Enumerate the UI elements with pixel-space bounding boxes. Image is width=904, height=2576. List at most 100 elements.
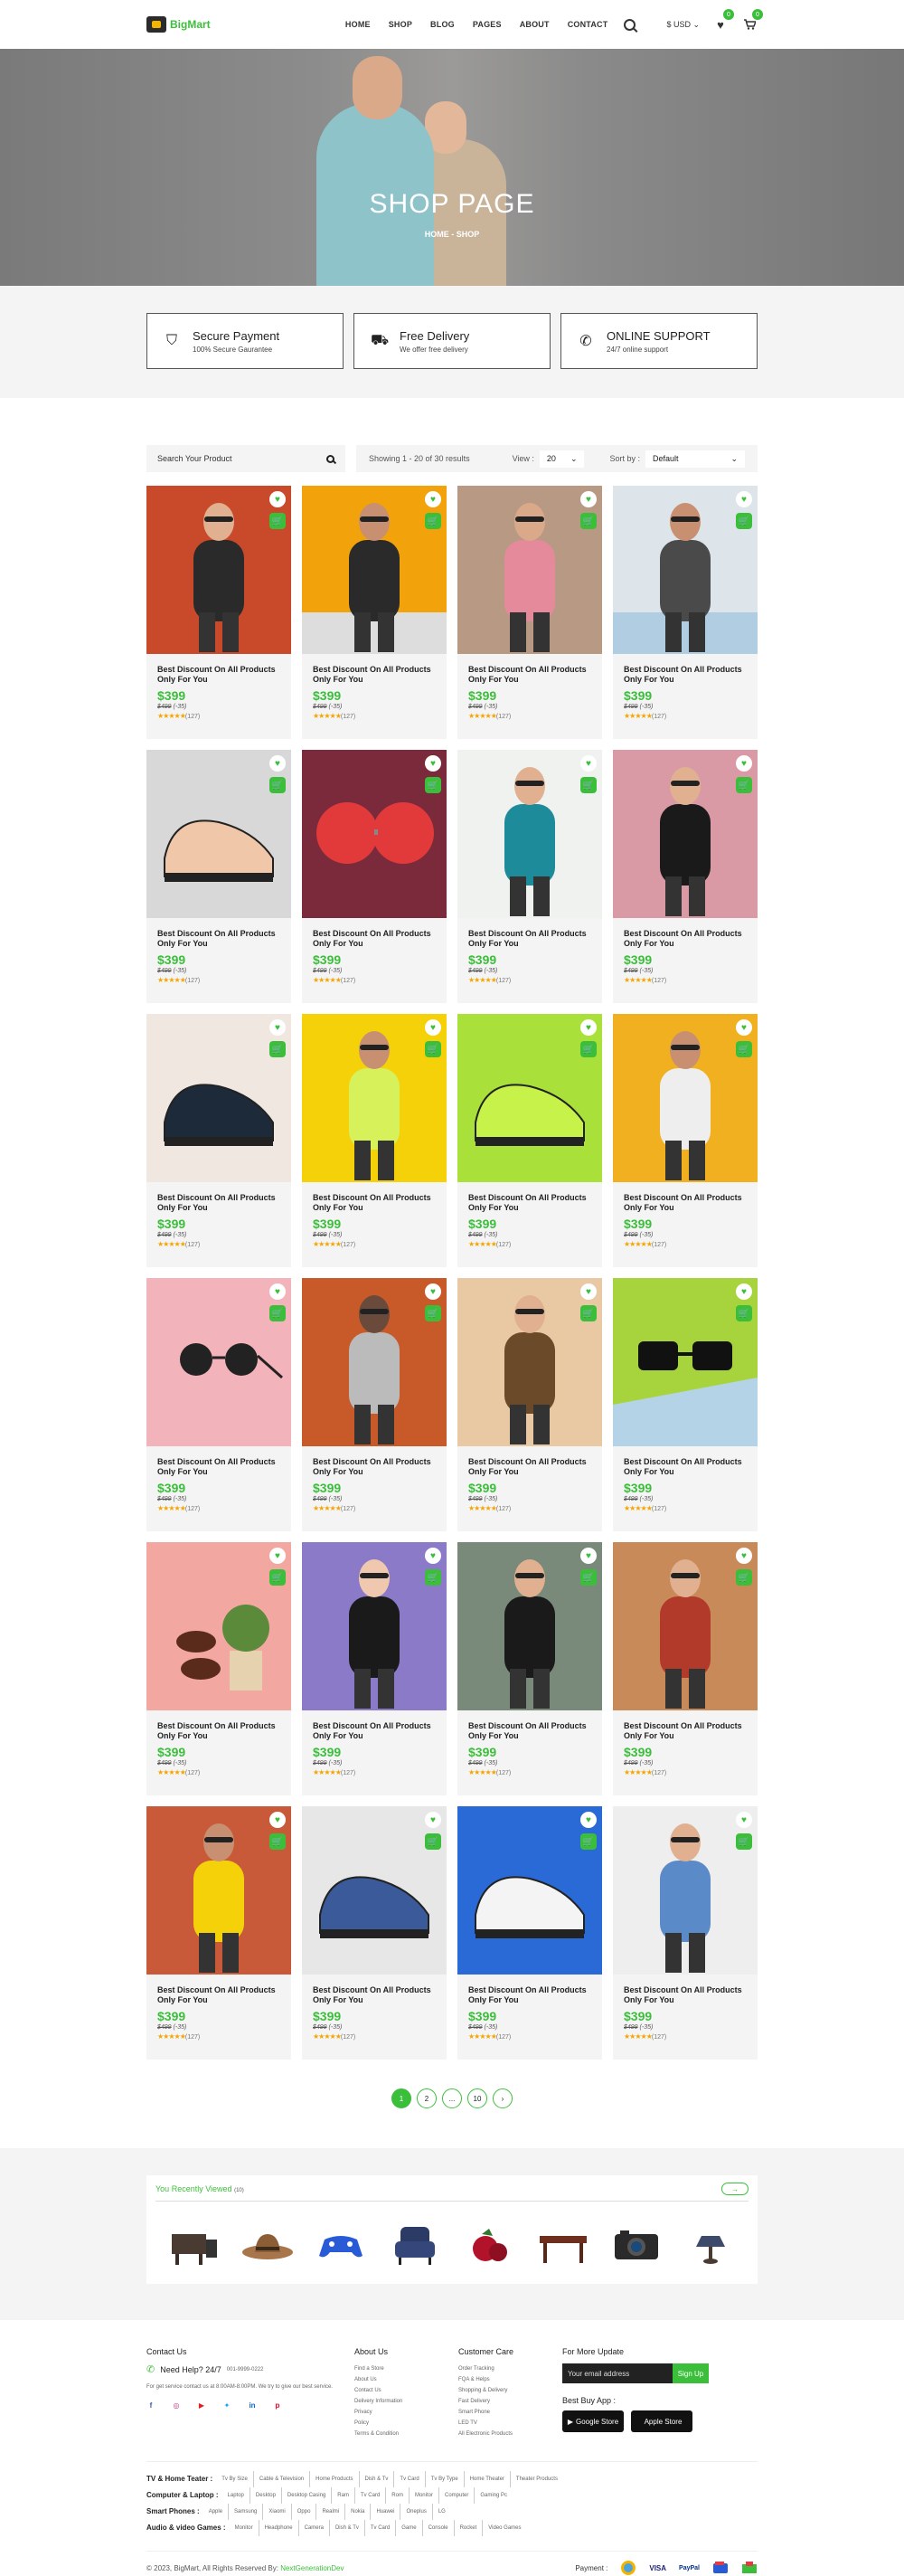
cart-icon[interactable]: 🛒 xyxy=(736,1569,752,1586)
care-link[interactable]: Order Tracking xyxy=(458,2363,562,2374)
product-name[interactable]: Best Discount On All Products Only For Y… xyxy=(157,1457,280,1477)
product-image[interactable]: ♥ 🛒 xyxy=(457,1542,602,1710)
category-link[interactable]: Game xyxy=(396,2520,423,2536)
heart-icon[interactable]: ♥ xyxy=(425,491,441,507)
category-link[interactable]: Home Products xyxy=(310,2471,360,2487)
product-image[interactable]: ♥ 🛒 xyxy=(457,750,602,918)
product-image[interactable]: ♥ 🛒 xyxy=(457,1278,602,1446)
help-phone[interactable]: 001-9999-0222 xyxy=(227,2367,264,2372)
product-name[interactable]: Best Discount On All Products Only For Y… xyxy=(313,1721,436,1741)
care-link[interactable]: All Electronic Products xyxy=(458,2429,562,2439)
product-image[interactable]: ♥ 🛒 xyxy=(146,1278,291,1446)
product-name[interactable]: Best Discount On All Products Only For Y… xyxy=(624,1985,747,2005)
care-link[interactable]: Smart Phone xyxy=(458,2407,562,2418)
category-link[interactable]: Apple xyxy=(203,2504,230,2520)
category-link[interactable]: Cable & Television xyxy=(254,2471,311,2487)
about-link[interactable]: Policy xyxy=(354,2418,458,2429)
product-card[interactable]: ♥ 🛒 Best Discount On All Products Only For… xyxy=(146,1542,291,1795)
about-link[interactable]: Contact Us xyxy=(354,2385,458,2396)
category-link[interactable]: Rom xyxy=(386,2487,410,2504)
arrow-right-icon[interactable]: → xyxy=(721,2183,749,2195)
product-name[interactable]: Best Discount On All Products Only For Y… xyxy=(313,1193,436,1213)
recent-item-armchair[interactable] xyxy=(388,2221,442,2267)
cart-button[interactable]: 0 xyxy=(741,9,763,33)
product-card[interactable]: ♥ 🛒 Best Discount On All Products Only For… xyxy=(457,486,602,739)
heart-icon[interactable]: ♥ xyxy=(269,755,286,772)
product-card[interactable]: ♥ 🛒 Best Discount On All Products Only For… xyxy=(146,1014,291,1267)
category-link[interactable]: Nokia xyxy=(345,2504,372,2520)
cart-icon[interactable]: 🛒 xyxy=(425,1569,441,1586)
heart-icon[interactable]: ♥ xyxy=(736,1283,752,1300)
product-name[interactable]: Best Discount On All Products Only For Y… xyxy=(157,929,280,949)
product-card[interactable]: ♥ 🛒 Best Discount On All Products Only For… xyxy=(146,486,291,739)
search-icon[interactable] xyxy=(326,454,334,463)
product-name[interactable]: Best Discount On All Products Only For Y… xyxy=(313,665,436,685)
product-image[interactable]: ♥ 🛒 xyxy=(146,1806,291,1975)
about-link[interactable]: About Us xyxy=(354,2374,458,2385)
care-link[interactable]: LED TV xyxy=(458,2418,562,2429)
cart-icon[interactable]: 🛒 xyxy=(269,777,286,793)
product-card[interactable]: ♥ 🛒 Best Discount On All Products Only For… xyxy=(302,486,447,739)
product-image[interactable]: ♥ 🛒 xyxy=(613,750,758,918)
product-image[interactable]: ♥ 🛒 xyxy=(146,750,291,918)
product-name[interactable]: Best Discount On All Products Only For Y… xyxy=(624,665,747,685)
heart-icon[interactable]: ♥ xyxy=(580,1812,597,1828)
heart-icon[interactable]: ♥ xyxy=(580,1283,597,1300)
product-card[interactable]: ♥ 🛒 Best Discount On All Products Only For… xyxy=(146,750,291,1003)
category-link[interactable]: Huawei xyxy=(371,2504,401,2520)
heart-icon[interactable]: ♥ xyxy=(736,1019,752,1036)
product-name[interactable]: Best Discount On All Products Only For Y… xyxy=(157,1721,280,1741)
product-image[interactable]: ♥ 🛒 xyxy=(613,1014,758,1182)
recent-item-lamp[interactable] xyxy=(683,2221,738,2267)
next-page-button[interactable]: › xyxy=(493,2088,513,2108)
heart-icon[interactable]: ♥ xyxy=(736,491,752,507)
product-image[interactable]: ♥ 🛒 xyxy=(302,1806,447,1975)
category-link[interactable]: Camera xyxy=(299,2520,330,2536)
category-link[interactable]: Tv Card xyxy=(394,2471,426,2487)
product-card[interactable]: ♥ 🛒 Best Discount On All Products Only For… xyxy=(302,1542,447,1795)
product-card[interactable]: ♥ 🛒 Best Discount On All Products Only For… xyxy=(613,1542,758,1795)
logo[interactable]: BigMart xyxy=(146,16,211,33)
category-link[interactable]: Dish & Tv xyxy=(360,2471,395,2487)
product-image[interactable]: ♥ 🛒 xyxy=(302,1014,447,1182)
category-link[interactable]: Monitor xyxy=(410,2487,439,2504)
signup-button[interactable]: Sign Up xyxy=(673,2363,709,2383)
product-card[interactable]: ♥ 🛒 Best Discount On All Products Only For… xyxy=(302,1278,447,1531)
category-link[interactable]: Tv By Size xyxy=(216,2471,254,2487)
cart-icon[interactable]: 🛒 xyxy=(580,1833,597,1850)
cart-icon[interactable]: 🛒 xyxy=(269,513,286,529)
about-link[interactable]: Find a Store xyxy=(354,2363,458,2374)
heart-icon[interactable]: ♥ xyxy=(580,491,597,507)
product-image[interactable]: ♥ 🛒 xyxy=(146,486,291,654)
search-icon[interactable] xyxy=(624,18,636,31)
sort-select[interactable]: Default ⌄ xyxy=(645,450,745,468)
care-link[interactable]: FQA & Helps xyxy=(458,2374,562,2385)
cart-icon[interactable]: 🛒 xyxy=(580,1569,597,1586)
product-image[interactable]: ♥ 🛒 xyxy=(302,486,447,654)
cart-icon[interactable]: 🛒 xyxy=(269,1041,286,1057)
category-link[interactable]: Desktop Casing xyxy=(282,2487,333,2504)
product-name[interactable]: Best Discount On All Products Only For Y… xyxy=(468,1985,591,2005)
cart-icon[interactable]: 🛒 xyxy=(580,513,597,529)
category-link[interactable]: LG xyxy=(433,2504,451,2520)
product-image[interactable]: ♥ 🛒 xyxy=(146,1542,291,1710)
recent-item-camera[interactable] xyxy=(609,2221,664,2267)
cart-icon[interactable]: 🛒 xyxy=(425,1041,441,1057)
product-card[interactable]: ♥ 🛒 Best Discount On All Products Only For… xyxy=(302,1806,447,2060)
category-link[interactable]: Tv By Type xyxy=(426,2471,465,2487)
heart-icon[interactable]: ♥ xyxy=(425,1548,441,1564)
heart-icon[interactable]: ♥ xyxy=(425,1812,441,1828)
product-name[interactable]: Best Discount On All Products Only For Y… xyxy=(468,1721,591,1741)
view-select[interactable]: 20 ⌄ xyxy=(539,450,585,468)
category-link[interactable]: Home Theater xyxy=(465,2471,511,2487)
product-card[interactable]: ♥ 🛒 Best Discount On All Products Only For… xyxy=(457,1278,602,1531)
twitter-icon[interactable]: ✦ xyxy=(222,2401,231,2410)
category-link[interactable]: Laptop xyxy=(222,2487,250,2504)
product-card[interactable]: ♥ 🛒 Best Discount On All Products Only For… xyxy=(302,750,447,1003)
heart-icon[interactable]: ♥ xyxy=(580,1019,597,1036)
product-card[interactable]: ♥ 🛒 Best Discount On All Products Only For… xyxy=(457,750,602,1003)
product-image[interactable]: ♥ 🛒 xyxy=(457,1014,602,1182)
category-link[interactable]: Samsung xyxy=(229,2504,264,2520)
page-2[interactable]: 2 xyxy=(417,2088,437,2108)
cart-icon[interactable]: 🛒 xyxy=(736,1041,752,1057)
